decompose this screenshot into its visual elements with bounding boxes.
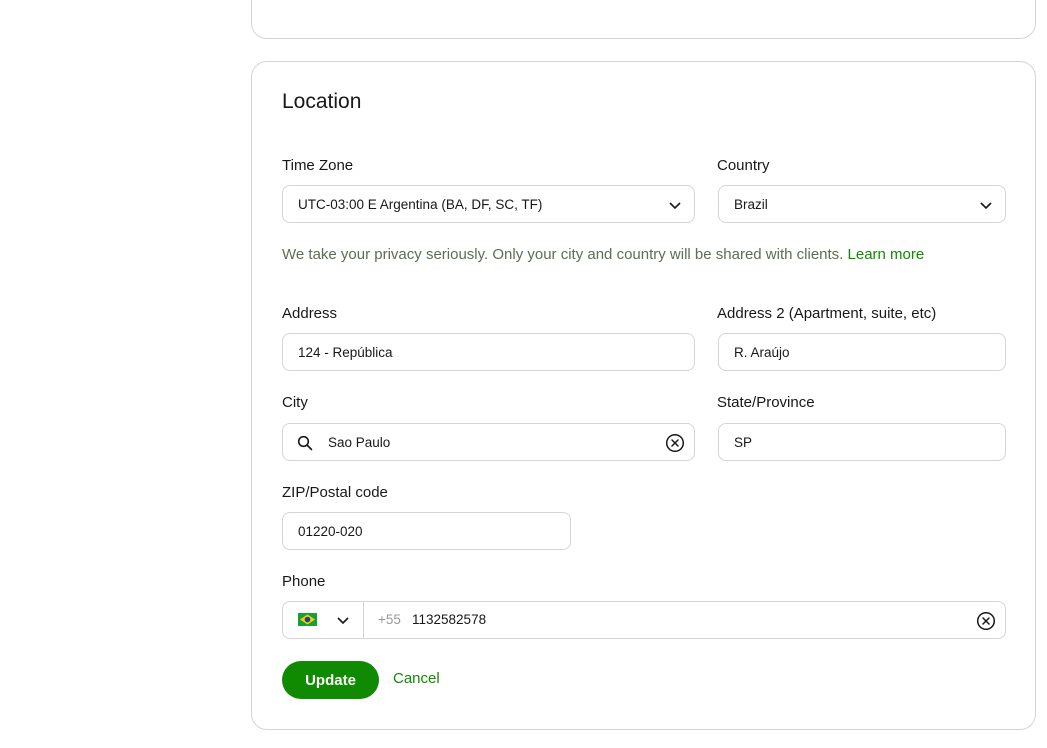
- state-value: SP: [734, 434, 753, 450]
- phone-label: Phone: [282, 573, 326, 590]
- time-zone-select[interactable]: UTC-03:00 E Argentina (BA, DF, SC, TF): [282, 185, 695, 223]
- brazil-flag-icon: [298, 613, 317, 626]
- zip-input[interactable]: 01220-020: [282, 512, 571, 550]
- zip-value: 01220-020: [298, 523, 363, 539]
- city-label: City: [282, 394, 308, 411]
- country-select[interactable]: Brazil: [718, 185, 1006, 223]
- address2-label: Address 2 (Apartment, suite, etc): [717, 305, 937, 322]
- cancel-button[interactable]: Cancel: [393, 670, 440, 687]
- city-input[interactable]: Sao Paulo: [282, 423, 695, 461]
- time-zone-label: Time Zone: [282, 157, 354, 174]
- privacy-notice: We take your privacy seriously. Only you…: [282, 246, 924, 263]
- previous-section-card: [251, 0, 1036, 39]
- zip-label: ZIP/Postal code: [282, 484, 388, 501]
- chevron-down-icon: [980, 202, 992, 210]
- address2-value: R. Araújo: [734, 344, 790, 360]
- privacy-text: We take your privacy seriously. Only you…: [282, 246, 844, 263]
- address2-input[interactable]: R. Araújo: [718, 333, 1006, 371]
- chevron-down-icon: [337, 617, 349, 625]
- search-icon: [297, 435, 313, 451]
- learn-more-link[interactable]: Learn more: [848, 246, 925, 263]
- clear-icon[interactable]: [665, 433, 685, 453]
- time-zone-value: UTC-03:00 E Argentina (BA, DF, SC, TF): [298, 196, 543, 212]
- location-card: Location Time Zone UTC-03:00 E Argentina…: [251, 61, 1036, 730]
- clear-icon[interactable]: [976, 611, 996, 631]
- phone-value: 1132582578: [412, 612, 487, 627]
- phone-country-code: +55: [378, 612, 401, 627]
- country-value: Brazil: [734, 196, 768, 212]
- address-input[interactable]: 124 - República: [282, 333, 695, 371]
- country-label: Country: [717, 157, 770, 174]
- phone-input[interactable]: +55 1132582578: [282, 601, 1006, 639]
- section-title: Location: [282, 90, 362, 113]
- address-value: 124 - República: [298, 344, 393, 360]
- country-code-select[interactable]: [283, 602, 364, 638]
- address-label: Address: [282, 305, 338, 322]
- state-label: State/Province: [717, 394, 815, 411]
- update-button[interactable]: Update: [282, 661, 379, 699]
- state-input[interactable]: SP: [718, 423, 1006, 461]
- chevron-down-icon: [669, 202, 681, 210]
